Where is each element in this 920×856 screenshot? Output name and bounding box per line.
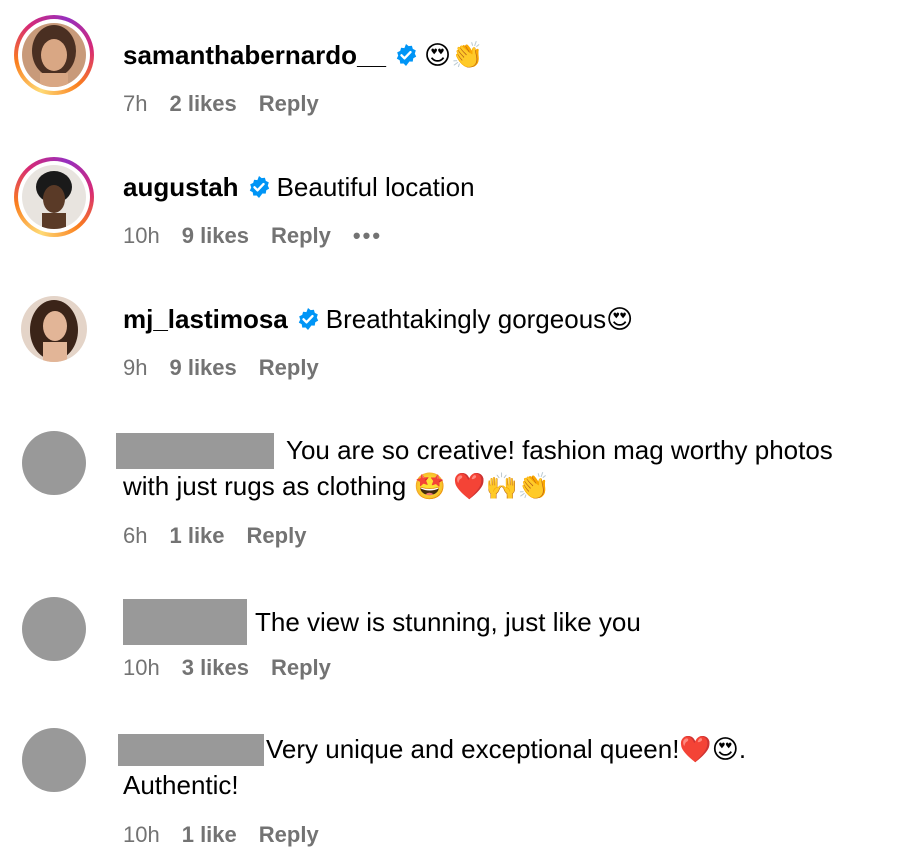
likes-count[interactable]: 1 like (182, 822, 237, 847)
comment-item: The view is stunning, just like you 10h 3… (0, 575, 920, 705)
reply-button[interactable]: Reply (247, 523, 307, 548)
reply-button[interactable]: Reply (271, 655, 331, 680)
comment-body-continued: with just rugs as clothing 🤩 ❤️🙌👏 (123, 471, 551, 501)
username-link[interactable]: samanthabernardo__ (123, 40, 386, 70)
username-link[interactable]: mj_lastimosa (123, 304, 288, 334)
verified-badge-icon (396, 44, 417, 66)
avatar[interactable] (21, 296, 87, 362)
avatar-photo-image (22, 165, 86, 229)
comment-body: You are so creative! fashion mag worthy … (286, 435, 833, 465)
timestamp: 9h (123, 355, 148, 380)
comment-item: mj_lastimosa Breathtakingly gorgeous😍 9h 9… (0, 280, 920, 415)
username-link[interactable]: augustah (123, 172, 239, 202)
comment-text-row: mj_lastimosa Breathtakingly gorgeous😍 (123, 301, 633, 337)
comment-meta: 10h 9 likes Reply ••• (123, 222, 404, 250)
comment-text-row-continued: with just rugs as clothing 🤩 ❤️🙌👏 (123, 468, 550, 504)
avatar[interactable] (22, 597, 86, 661)
avatar-photo-image (22, 23, 86, 87)
comment-meta: 10h 1 like Reply (123, 821, 341, 849)
comment-body-continued: Authentic! (123, 770, 239, 800)
timestamp: 7h (123, 91, 148, 116)
redacted-username (123, 599, 247, 645)
comment-item: You are so creative! fashion mag worthy … (0, 415, 920, 575)
reply-button[interactable]: Reply (259, 822, 319, 847)
comment-text-row: samanthabernardo__ 😍👏 (123, 37, 483, 73)
comment-text-row: Very unique and exceptional queen!❤️😍. (118, 731, 746, 767)
redacted-username (116, 433, 274, 469)
avatar[interactable] (22, 728, 86, 792)
timestamp: 10h (123, 655, 160, 680)
likes-count[interactable]: 3 likes (182, 655, 249, 680)
comment-item: Very unique and exceptional queen!❤️😍. A… (0, 705, 920, 856)
more-options-icon[interactable]: ••• (353, 223, 382, 248)
likes-count[interactable]: 9 likes (182, 223, 249, 248)
comment-meta: 9h 9 likes Reply (123, 354, 341, 382)
avatar[interactable] (14, 157, 94, 237)
comment-meta: 6h 1 like Reply (123, 522, 328, 550)
comment-text-row-continued: Authentic! (123, 767, 239, 803)
comment-body: Breathtakingly gorgeous😍 (325, 304, 634, 334)
comment-meta: 10h 3 likes Reply (123, 654, 353, 682)
comment-text-row: You are so creative! fashion mag worthy … (116, 432, 833, 469)
comment-body: The view is stunning, just like you (255, 607, 641, 637)
timestamp: 6h (123, 523, 148, 548)
likes-count[interactable]: 1 like (169, 523, 224, 548)
comment-meta: 7h 2 likes Reply (123, 90, 341, 118)
redacted-username (118, 734, 264, 766)
timestamp: 10h (123, 822, 160, 847)
comment-text-row: augustah Beautiful location (123, 169, 475, 205)
likes-count[interactable]: 2 likes (169, 91, 236, 116)
comment-item: samanthabernardo__ 😍👏 7h 2 likes Reply (0, 0, 920, 140)
comment-body: 😍👏 (423, 40, 484, 70)
likes-count[interactable]: 9 likes (169, 355, 236, 380)
verified-badge-icon (249, 176, 269, 198)
timestamp: 10h (123, 223, 160, 248)
comment-text-row: The view is stunning, just like you (123, 599, 641, 645)
comment-body: Beautiful location (276, 172, 475, 202)
comment-item: augustah Beautiful location 10h 9 likes Rep… (0, 140, 920, 280)
avatar[interactable] (22, 431, 86, 495)
verified-badge-icon (298, 308, 318, 330)
reply-button[interactable]: Reply (259, 355, 319, 380)
comment-body: Very unique and exceptional queen!❤️😍. (266, 734, 747, 764)
avatar[interactable] (14, 15, 94, 95)
reply-button[interactable]: Reply (259, 91, 319, 116)
reply-button[interactable]: Reply (271, 223, 331, 248)
